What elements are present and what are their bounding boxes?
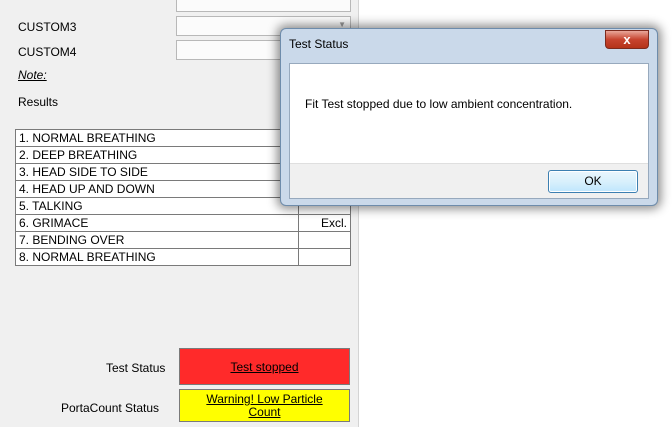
exercise-name: 2. DEEP BREATHING	[15, 146, 299, 164]
exercise-result	[298, 248, 351, 266]
exercise-name: 8. NORMAL BREATHING	[15, 248, 299, 266]
portacount-status-label: PortaCount Status	[61, 401, 160, 415]
ok-button[interactable]: OK	[548, 170, 638, 193]
exercise-name: 1. NORMAL BREATHING	[15, 129, 299, 147]
close-button[interactable]: x	[605, 30, 649, 49]
custom3-label: CUSTOM3	[18, 20, 77, 34]
dialog-title: Test Status	[289, 37, 349, 51]
custom2-dropdown[interactable]	[176, 0, 351, 12]
test-status-label: Test Status	[106, 361, 166, 375]
exercise-name: 5. TALKING	[15, 197, 299, 215]
dialog-message: Fit Test stopped due to low ambient conc…	[305, 97, 573, 111]
table-row: 8. NORMAL BREATHING	[15, 248, 351, 266]
test-status-dialog: Test Status x Fit Test stopped due to lo…	[280, 28, 658, 206]
test-status-text: Test stopped	[230, 360, 299, 374]
results-label: Results	[18, 95, 59, 109]
dialog-body: Fit Test stopped due to low ambient conc…	[289, 63, 649, 199]
test-status-value[interactable]: Test stopped	[179, 348, 350, 385]
custom4-label: CUSTOM4	[18, 45, 77, 59]
exercise-result	[298, 231, 351, 249]
table-row: 7. BENDING OVER	[15, 231, 351, 249]
portacount-status-line2: Count	[248, 405, 281, 419]
close-icon: x	[623, 32, 631, 47]
exercise-name: 4. HEAD UP AND DOWN	[15, 180, 299, 198]
note-label: Note:	[18, 68, 47, 82]
exercise-name: 7. BENDING OVER	[15, 231, 299, 249]
portacount-status-value[interactable]: Warning! Low Particle Count	[179, 389, 350, 422]
exercise-name: 3. HEAD SIDE TO SIDE	[15, 163, 299, 181]
dialog-footer: OK	[290, 163, 648, 198]
table-row: 6. GRIMACE Excl.	[15, 214, 351, 232]
exercise-result: Excl.	[298, 214, 351, 232]
exercise-name: 6. GRIMACE	[15, 214, 299, 232]
